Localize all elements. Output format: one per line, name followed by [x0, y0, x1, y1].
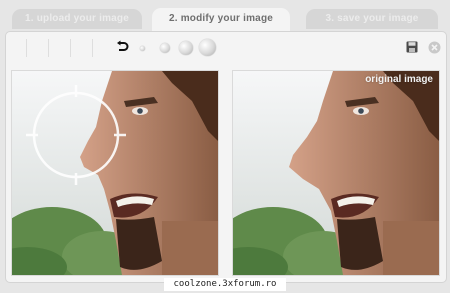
tab-modify-image[interactable]: 2. modify your image — [152, 8, 290, 32]
watermark-text: coolzone.3xforum.ro — [163, 278, 287, 291]
toolbar-divider — [92, 39, 93, 57]
brush-size-s-icon[interactable] — [160, 43, 170, 53]
save-icon[interactable] — [406, 41, 418, 53]
toolbar — [6, 32, 446, 62]
brush-size-l-icon[interactable] — [199, 39, 216, 56]
toolbar-divider — [70, 39, 71, 57]
undo-icon[interactable] — [114, 39, 130, 55]
tab-upload-image[interactable]: 1. upload your image — [12, 9, 142, 29]
original-image-label: original image — [365, 74, 433, 85]
edit-image-canvas[interactable] — [11, 70, 219, 276]
toolbar-divider — [26, 39, 27, 57]
brush-size-xs-icon[interactable] — [140, 46, 145, 51]
brush-size-m-icon[interactable] — [179, 41, 193, 55]
tab-save-image[interactable]: 3. save your image — [306, 9, 438, 29]
watermark-caption: coolzone.3xforum.ro — [0, 278, 450, 293]
portrait-photo — [12, 71, 218, 275]
close-icon[interactable] — [428, 41, 441, 54]
portrait-photo-original — [233, 71, 439, 275]
editor-panel: original image — [5, 31, 447, 283]
step-tabs: 1. upload your image 2. modify your imag… — [0, 0, 450, 32]
toolbar-divider — [48, 39, 49, 57]
original-image-preview: original image — [232, 70, 440, 276]
